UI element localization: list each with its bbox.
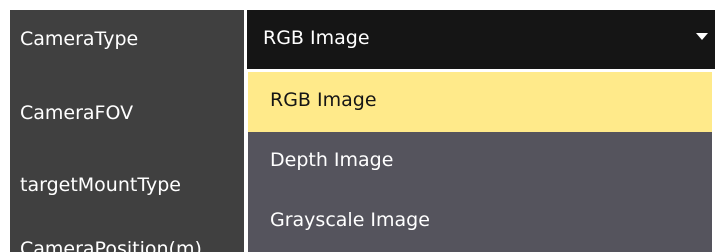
option-grayscale-image[interactable]: Grayscale Image bbox=[248, 192, 712, 252]
label-target-mount-type: targetMountType bbox=[20, 174, 181, 196]
camera-type-dropdown[interactable]: RGB Image bbox=[247, 10, 715, 69]
chevron-down-icon[interactable] bbox=[696, 33, 708, 40]
option-label: Depth Image bbox=[270, 149, 394, 171]
option-rgb-image[interactable]: RGB Image bbox=[248, 72, 712, 132]
label-camera-fov: CameraFOV bbox=[20, 102, 134, 124]
option-depth-image[interactable]: Depth Image bbox=[248, 132, 712, 192]
label-camera-position: CameraPosition(m) bbox=[20, 238, 202, 252]
property-labels-column: CameraType CameraFOV targetMountType Cam… bbox=[10, 10, 244, 252]
camera-type-options-list: RGB Image Depth Image Grayscale Image bbox=[248, 72, 712, 252]
inspector-panel: CameraType CameraFOV targetMountType Cam… bbox=[0, 10, 715, 252]
label-camera-type: CameraType bbox=[20, 28, 139, 50]
camera-type-selected-value: RGB Image bbox=[263, 27, 370, 49]
option-label: Grayscale Image bbox=[270, 209, 430, 231]
option-label: RGB Image bbox=[270, 89, 377, 111]
